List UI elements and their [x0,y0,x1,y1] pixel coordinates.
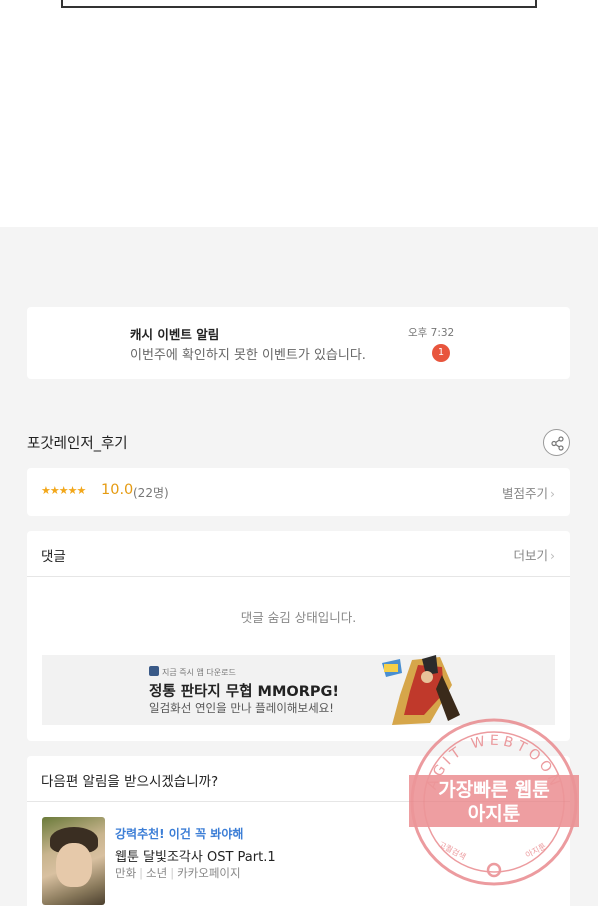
app-logo-icon [149,666,159,676]
recommended-thumbnail[interactable] [42,817,105,905]
notification-body: 이번주에 확인하지 못한 이벤트가 있습니다. [130,348,366,363]
recommend-label: 강력추천! 이건 꼭 봐야해 [115,827,244,841]
comments-hidden-message: 댓글 숨김 상태입니다. [240,610,357,625]
share-button[interactable] [543,429,570,456]
notification-time: 오후 7:32 [408,327,455,339]
meta-publisher: 카카오페이지 [177,866,241,880]
rate-button-label: 별점주기 [501,486,548,501]
image-frame-bottom-edge [61,0,537,8]
divider [27,801,570,802]
rating-count: (22명) [133,486,169,500]
content-area-top [0,0,598,227]
share-icon [551,436,564,451]
notification-title: 캐시 이벤트 알림 [130,327,220,342]
ad-banner[interactable]: 지금 즉시 앱 다운로드 정통 판타지 무협 MMORPG! 일검화선 연인을 … [42,655,555,725]
notification-count-badge: 1 [432,344,450,362]
chevron-right-icon: › [550,548,555,563]
recommended-meta: 만화 | 소년 | 카카오페이지 [115,866,241,880]
notification-card[interactable]: 캐시 이벤트 알림 이번주에 확인하지 못한 이벤트가 있습니다. 오후 7:3… [27,307,570,379]
rating-stars: ★★★★★ [41,484,86,497]
comments-card: 댓글 더보기 › 댓글 숨김 상태입니다. 지금 즉시 앱 다운로드 정통 판타지… [27,531,570,741]
next-episode-card: 다음편 알림을 받으시겠습니까? 강력추천! 이건 꼭 봐야해 웹툰 달빛조각사… [27,756,570,906]
episode-title: 포갓레인저_후기 [27,436,128,452]
chevron-right-icon: › [550,486,555,501]
more-button-label: 더보기 [513,548,548,563]
rate-button[interactable]: 별점주기 › [502,483,555,502]
comments-header: 댓글 [41,549,66,565]
next-episode-alert-question: 다음편 알림을 받으시겠습니까? [41,774,219,790]
thumbnail-face [56,843,92,887]
divider [27,576,570,577]
rating-score: 10.0 [101,482,134,498]
rating-card: ★★★★★ 10.0 (22명) 별점주기 › [27,468,570,516]
ad-subtitle: 일검화선 연인을 만나 플레이해보세요! [149,701,334,715]
recommended-title[interactable]: 웹툰 달빛조각사 OST Part.1 [115,846,276,865]
ad-brand-text: 지금 즉시 앱 다운로드 [162,668,236,677]
ad-brand: 지금 즉시 앱 다운로드 [149,666,236,678]
meta-genre: 만화 [115,866,137,880]
comments-more-button[interactable]: 더보기 › [513,545,555,564]
ad-character-illustration [382,655,460,725]
meta-category: 소년 [146,866,168,880]
ad-title: 정통 판타지 무협 MMORPG! [149,684,340,700]
